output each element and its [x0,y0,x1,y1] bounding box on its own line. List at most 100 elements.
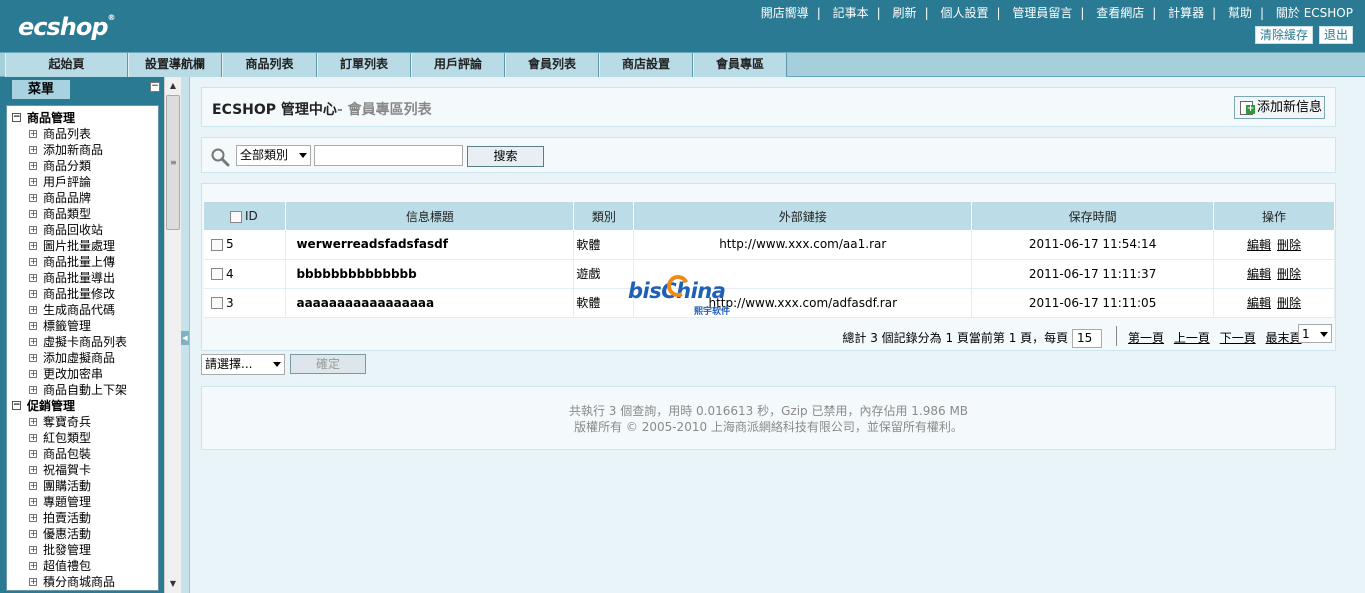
page-select[interactable]: 1 [1298,324,1332,343]
delete-link[interactable]: 刪除 [1277,296,1301,310]
tree-group-goods[interactable]: − 商品管理 [7,110,158,126]
link-personal-settings[interactable]: 個人設置 [940,6,988,20]
tree-expand-icon: + [29,417,37,426]
sidebar-item-add-goods[interactable]: + 添加新商品 [7,142,158,158]
sidebar-item-packaging[interactable]: + 商品包裝 [7,446,158,462]
link-refresh[interactable]: 刷新 [893,6,917,20]
clear-cache-button[interactable]: 清除緩存 [1254,26,1313,44]
tree-expand-icon: + [29,513,37,522]
collapse-icon[interactable]: − [150,82,160,92]
sidebar-item-batch-export[interactable]: + 商品批量導出 [7,270,158,286]
select-all-checkbox[interactable] [230,210,242,223]
row-checkbox[interactable] [211,297,223,309]
link-about[interactable]: 關於 ECSHOP [1276,6,1353,20]
sidebar-item-bonus-type[interactable]: + 紅包類型 [7,430,158,446]
sidebar-item-auction[interactable]: + 拍賣活動 [7,510,158,526]
sidebar-item-recycle-bin[interactable]: + 商品回收站 [7,222,158,238]
delete-link[interactable]: 刪除 [1277,267,1301,281]
tree-group-label: 商品管理 [27,111,76,125]
last-page-link[interactable]: 最末頁 [1266,331,1302,345]
search-input[interactable] [314,145,463,166]
logout-button[interactable]: 退出 [1318,26,1353,44]
nav-item-order-list[interactable]: 訂單列表 [317,53,411,77]
sidebar-item-change-key[interactable]: + 更改加密串 [7,366,158,382]
link-admin-message[interactable]: 管理員留言 [1012,6,1072,20]
menu-tree: − 商品管理 + 商品列表 + 添加新商品 + 商品分類 + 用戶評論 + 商品品牌 + 商品… [6,105,159,591]
first-page-link[interactable]: 第一頁 [1128,331,1164,345]
search-button[interactable]: 搜索 [467,146,544,167]
batch-action-select[interactable]: 請選擇... [201,354,285,375]
sidebar-item-wholesale[interactable]: + 批發管理 [7,542,158,558]
nav-item-home[interactable]: 起始頁 [5,53,128,77]
sidebar-item-add-virtual[interactable]: + 添加虛擬商品 [7,350,158,366]
ecshop-logo[interactable]: ecshop® [18,13,116,41]
row-checkbox[interactable] [211,238,223,251]
delete-link[interactable]: 刪除 [1277,238,1301,252]
cell-ops: 編輯 刪除 [1213,288,1335,318]
link-setup-wizard[interactable]: 開店嚮導 [761,6,809,20]
tree-group-promotion[interactable]: − 促銷管理 [7,398,158,414]
link-calculator[interactable]: 計算器 [1168,6,1204,20]
sidebar-scrollbar[interactable]: ▲ ≡ ▼ [164,77,181,593]
sidebar-item-favourable[interactable]: + 優惠活動 [7,526,158,542]
tree-expand-icon: + [29,337,37,346]
sidebar-item-goods-category[interactable]: + 商品分類 [7,158,158,174]
sidebar-item-tags[interactable]: + 標籤管理 [7,318,158,334]
add-info-button[interactable]: 添加新信息 [1234,96,1325,119]
collapse-left-icon[interactable]: ◀ [181,331,189,345]
sidebar-item-gen-code[interactable]: + 生成商品代碼 [7,302,158,318]
col-id: ID [204,202,287,230]
sidebar-item-virtual-card-list[interactable]: + 虛擬卡商品列表 [7,334,158,350]
link-notepad[interactable]: 記事本 [833,6,869,20]
confirm-button[interactable]: 確定 [290,354,366,374]
edit-link[interactable]: 編輯 [1247,267,1271,281]
prev-page-link[interactable]: 上一頁 [1174,331,1210,345]
scroll-up-icon[interactable]: ▲ [167,80,179,92]
tree-expand-icon: + [29,257,37,266]
sidebar-item-package[interactable]: + 超值禮包 [7,558,158,574]
sidebar-item-greeting-card[interactable]: + 祝福賀卡 [7,462,158,478]
tree-expand-icon: + [29,529,37,538]
sidebar-splitter[interactable]: ◀ [181,77,190,593]
scrollbar-thumb[interactable]: ≡ [166,95,180,230]
edit-link[interactable]: 編輯 [1247,296,1271,310]
nav-item-member-zone[interactable]: 會員專區 [693,53,787,77]
sidebar-item-goods-brand[interactable]: + 商品品牌 [7,190,158,206]
sidebar-item-user-comments[interactable]: + 用戶評論 [7,174,158,190]
sidebar-item-goods-list[interactable]: + 商品列表 [7,126,158,142]
sidebar-item-topic[interactable]: + 專題管理 [7,494,158,510]
sidebar-item-batch-edit[interactable]: + 商品批量修改 [7,286,158,302]
sidebar-item-label: 更改加密串 [43,367,104,381]
sidebar-item-auto-shelf[interactable]: + 商品自動上下架 [7,382,158,398]
tree-collapse-icon[interactable]: − [12,113,21,122]
row-id: 5 [226,237,234,252]
row-checkbox[interactable] [211,268,223,280]
sidebar-item-snatch[interactable]: + 奪寶奇兵 [7,414,158,430]
menu-tab[interactable]: 菜單 [12,80,70,99]
nav-item-member-list[interactable]: 會員列表 [505,53,599,77]
per-page-input[interactable]: 15 [1072,329,1102,348]
scroll-down-icon[interactable]: ▼ [167,578,179,590]
nav-item-set-nav[interactable]: 設置導航欄 [128,53,222,77]
sidebar-item-group-buy[interactable]: + 團購活動 [7,478,158,494]
link-view-store[interactable]: 查看網店 [1096,6,1144,20]
cell-id: 4 [204,259,287,289]
pager-links: 第一頁 上一頁 下一頁 最末頁 [1128,329,1308,346]
tree-collapse-icon[interactable]: − [12,401,21,410]
sidebar-item-exchange-goods[interactable]: + 積分商城商品 [7,574,158,590]
category-select[interactable]: 全部類別 [236,145,311,166]
pager-divider [1116,326,1117,346]
link-help[interactable]: 幫助 [1228,6,1252,20]
nav-item-user-comments[interactable]: 用戶評論 [411,53,505,77]
sidebar-item-goods-type[interactable]: + 商品類型 [7,206,158,222]
sidebar-item-image-batch[interactable]: + 圖片批量處理 [7,238,158,254]
sidebar-item-label: 積分商城商品 [43,575,116,589]
sidebar-item-batch-upload[interactable]: + 商品批量上傳 [7,254,158,270]
next-page-link[interactable]: 下一頁 [1220,331,1256,345]
cell-ops: 編輯 刪除 [1213,230,1335,260]
sidebar-item-label: 虛擬卡商品列表 [43,335,128,349]
top-links: 開店嚮導 | 記事本 | 刷新 | 個人設置 | 管理員留言 | 查看網店 | 計算器 | 幫… [761,4,1353,21]
edit-link[interactable]: 編輯 [1247,238,1271,252]
nav-item-goods-list[interactable]: 商品列表 [222,53,317,77]
nav-item-shop-settings[interactable]: 商店設置 [599,53,693,77]
